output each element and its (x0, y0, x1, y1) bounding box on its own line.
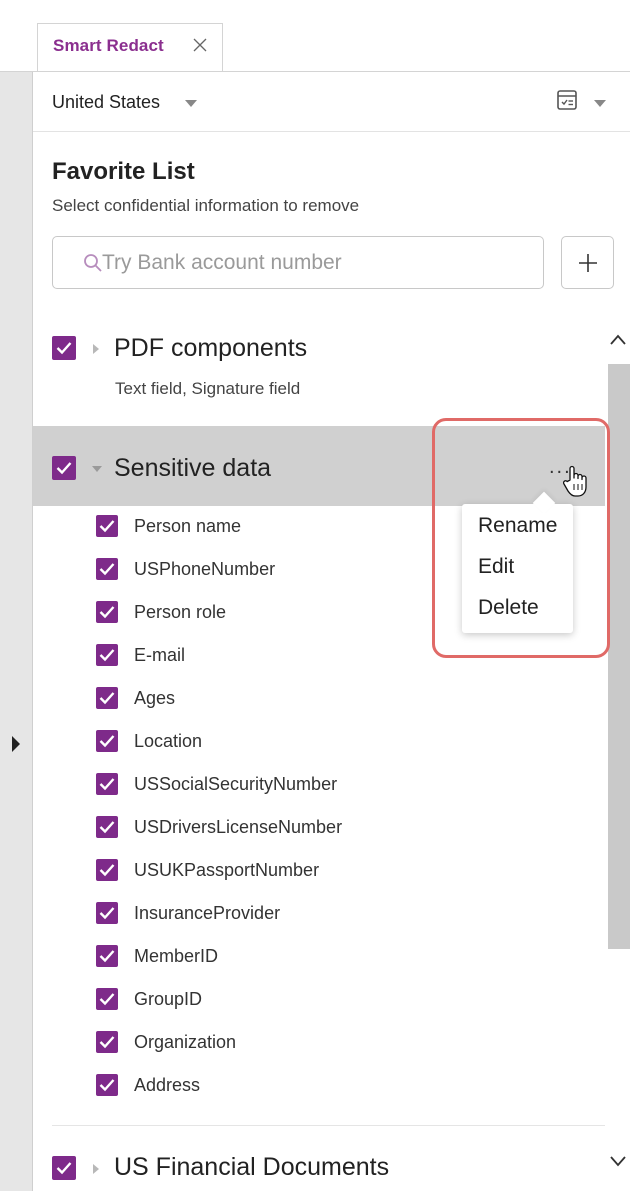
list-item[interactable]: USSocialSecurityNumber (96, 763, 596, 806)
list-item-label: MemberID (134, 946, 219, 966)
search-input[interactable] (102, 238, 532, 287)
checkbox-us-financial-documents[interactable] (52, 1156, 76, 1180)
check-icon (99, 993, 115, 1006)
list-item-label: Ages (134, 688, 176, 708)
list-item-label: Address (134, 1075, 201, 1095)
checkbox[interactable] (96, 816, 118, 838)
group-us-financial-documents[interactable]: US Financial Documents (114, 1153, 389, 1182)
check-icon (99, 606, 115, 619)
checkbox[interactable] (96, 515, 118, 537)
checkbox[interactable] (96, 945, 118, 967)
list-item-label: USDriversLicenseNumber (134, 817, 343, 837)
chevron-down-icon[interactable] (92, 466, 102, 472)
plus-icon (579, 254, 597, 272)
scrollbar-thumb[interactable] (608, 364, 630, 949)
search-icon (84, 254, 102, 272)
search-box[interactable] (52, 236, 544, 289)
list-item[interactable]: Address (96, 1064, 596, 1107)
check-icon (99, 821, 115, 834)
group-sensitive-data[interactable]: Sensitive data (114, 454, 271, 483)
chevron-up-icon[interactable] (608, 330, 628, 350)
list-item-label: Person role (134, 602, 227, 622)
checkbox[interactable] (96, 558, 118, 580)
group-pdf-components[interactable]: PDF components (114, 334, 307, 363)
list-item-label: USUKPassportNumber (134, 860, 320, 880)
list-item-label: InsuranceProvider (134, 903, 281, 923)
checkbox[interactable] (96, 687, 118, 709)
checkbox[interactable] (96, 859, 118, 881)
check-icon (99, 864, 115, 877)
list-item-label: USPhoneNumber (134, 559, 276, 579)
expand-panel-icon[interactable] (12, 736, 20, 752)
checkbox[interactable] (96, 1074, 118, 1096)
page-subtitle: Select confidential information to remov… (52, 196, 360, 215)
menu-item-delete[interactable]: Delete (478, 596, 539, 620)
list-item[interactable]: Ages (96, 677, 596, 720)
check-icon (99, 520, 115, 533)
list-item[interactable]: InsuranceProvider (96, 892, 596, 935)
list-item[interactable]: Location (96, 720, 596, 763)
check-icon (99, 1036, 115, 1049)
check-icon (99, 649, 115, 662)
checkbox[interactable] (96, 601, 118, 623)
chevron-right-icon[interactable] (93, 1164, 99, 1174)
tab-smart-redact[interactable]: Smart Redact (37, 23, 223, 72)
region-dropdown[interactable]: United States (52, 92, 160, 113)
group-divider (52, 1125, 605, 1126)
smart-redact-panel: United States Favorite List Select confi… (33, 72, 630, 1191)
left-gutter (0, 72, 33, 1191)
chevron-right-icon[interactable] (93, 344, 99, 354)
check-icon (56, 1162, 72, 1175)
list-item[interactable]: MemberID (96, 935, 596, 978)
list-item[interactable]: USUKPassportNumber (96, 849, 596, 892)
hand-cursor-icon (562, 465, 587, 497)
list-item[interactable]: GroupID (96, 978, 596, 1021)
checkbox[interactable] (96, 902, 118, 924)
list-item-label: GroupID (134, 989, 203, 1009)
tab-label: Smart Redact (53, 36, 164, 55)
check-icon (56, 342, 72, 355)
list-item[interactable]: Organization (96, 1021, 596, 1064)
menu-item-rename[interactable]: Rename (478, 514, 557, 538)
checkbox-pdf-components[interactable] (52, 336, 76, 360)
chevron-down-icon[interactable] (185, 100, 197, 107)
context-menu: Rename Edit Delete (462, 504, 573, 633)
list-item[interactable]: USDriversLicenseNumber (96, 806, 596, 849)
list-item-label: Location (134, 731, 203, 751)
checkbox[interactable] (96, 988, 118, 1010)
check-icon (99, 950, 115, 963)
check-icon (99, 735, 115, 748)
checklist-icon[interactable] (555, 88, 579, 112)
list-item-label: USSocialSecurityNumber (134, 774, 338, 794)
list-item-label: Person name (134, 516, 242, 536)
list-item-label: E-mail (134, 645, 186, 665)
check-icon (99, 1079, 115, 1092)
region-bar: United States (33, 72, 630, 132)
check-icon (99, 778, 115, 791)
chevron-down-icon[interactable] (594, 100, 606, 107)
checkbox[interactable] (96, 644, 118, 666)
check-icon (99, 907, 115, 920)
group-pdf-components-summary: Text field, Signature field (115, 379, 301, 398)
list-item-label: Organization (134, 1032, 237, 1052)
check-icon (99, 563, 115, 576)
check-icon (56, 462, 72, 475)
add-button[interactable] (561, 236, 614, 289)
checkbox[interactable] (96, 1031, 118, 1053)
checkbox-sensitive-data[interactable] (52, 456, 76, 480)
page-title: Favorite List (52, 158, 195, 185)
checkbox[interactable] (96, 773, 118, 795)
menu-item-edit[interactable]: Edit (478, 555, 514, 579)
check-icon (99, 692, 115, 705)
chevron-down-icon[interactable] (608, 1151, 628, 1171)
close-icon[interactable] (192, 37, 208, 53)
checkbox[interactable] (96, 730, 118, 752)
